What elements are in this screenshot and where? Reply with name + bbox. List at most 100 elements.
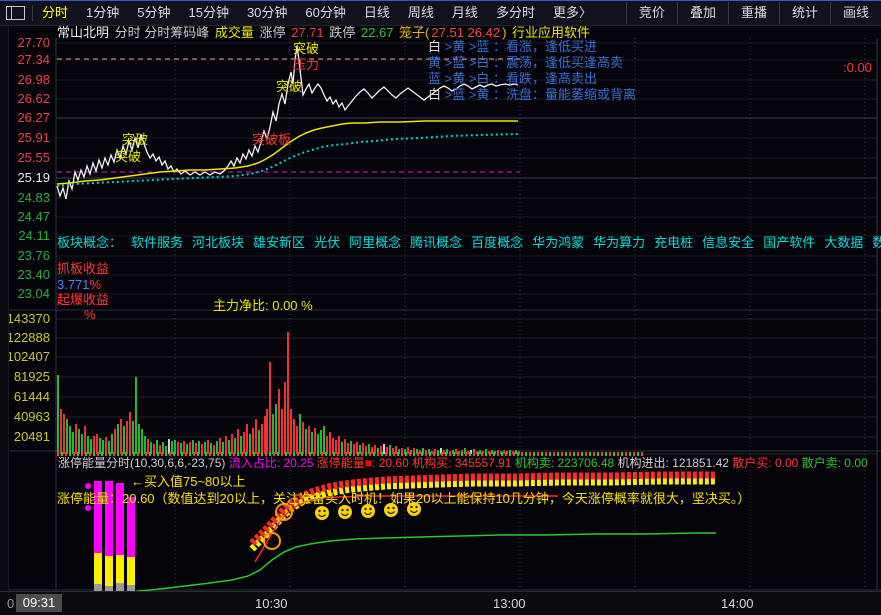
text-segment: 机构进出: 121851.42 <box>618 456 733 470</box>
toolbar-button-3[interactable]: 统计 <box>779 2 830 24</box>
text-segment: 成交量 <box>215 25 258 40</box>
right-ratio-value: :0.00 <box>843 61 872 75</box>
text-segment: 散户卖: 0.00 <box>802 456 868 470</box>
concept-tag[interactable]: 充电桩 <box>654 235 693 250</box>
concept-tag[interactable]: 腾讯概念 <box>410 235 462 250</box>
concept-row-label: 板块概念： <box>57 235 122 250</box>
text-segment: 抓板收益 <box>57 261 109 276</box>
concept-tag[interactable]: 华为鸿蒙 <box>532 235 584 250</box>
chart-annotation: 突破板 <box>252 133 291 147</box>
left-edge-strip <box>0 24 9 615</box>
text-segment: 流入占比: 20.25 <box>229 456 317 470</box>
text-segment: 3.771 <box>57 277 90 292</box>
text-segment: 蓝 >黄 >白 ：看跌，逢高卖出 <box>428 71 597 86</box>
concept-tag[interactable]: 光伏 <box>314 235 340 250</box>
time-axis: 0 09:31 10:30 13:00 14:00 <box>0 591 881 615</box>
strategy-line-3: 蓝 >黄 >白 ：看跌，逢高卖出 <box>428 72 597 86</box>
concept-tag[interactable]: 软件服务 <box>131 235 183 250</box>
text-segment: % <box>84 307 96 322</box>
text-segment: 分时 分时筹码峰 <box>115 25 213 40</box>
chart-annotation: 突破 <box>115 150 141 164</box>
chart-annotation: 突破 <box>122 133 148 147</box>
buy-sell-tick-strip <box>57 452 645 456</box>
time-cursor-box: 09:31 <box>16 594 62 612</box>
strategy-line-2: 黄 >蓝 >白 ：震荡，逢低买逢高卖 <box>428 56 623 70</box>
time-cursor-prefix: 0 <box>7 596 14 611</box>
chart-annotation: 压力 <box>293 58 319 72</box>
concept-tag[interactable]: 河北板块 <box>192 235 244 250</box>
text-segment: 主力净比: 0.00 % <box>213 298 313 313</box>
text-segment[interactable]: 行业应用软件 <box>512 25 590 40</box>
strategy-line-1: 白 >黄 >蓝 ：看涨，逢低买进 <box>428 40 597 54</box>
concept-tag[interactable]: 国产软件 <box>763 235 815 250</box>
time-tick: 13:00 <box>493 596 526 611</box>
buy-hint: ←买入值75~80以上 <box>131 475 246 489</box>
burst-profit-value: % <box>84 308 96 322</box>
toolbar-tab-10[interactable]: 更多〉 <box>544 2 601 24</box>
text-segment: 白 <box>428 87 441 102</box>
chart-annotation: 突破 <box>293 42 319 56</box>
burst-profit-label: 起爆收益 <box>57 293 109 307</box>
text-segment: 涨停能量分时(10,30,6,6,-23,75) <box>58 456 229 470</box>
energy-note: 涨停能量：20.60（数值达到20以上，关注准备买入时机！如果20以上能保持10… <box>57 492 750 506</box>
volume-bars <box>57 332 520 454</box>
concept-row: 板块概念： 软件服务河北板块雄安新区光伏阿里概念腾讯概念百度概念华为鸿蒙华为算力充… <box>57 232 881 251</box>
text-segment: 常山北明 <box>57 25 113 40</box>
text-segment: ■ <box>365 456 372 470</box>
concept-tag[interactable]: 数据中心 <box>872 235 881 250</box>
text-segment: 白 <box>428 39 441 54</box>
text-segment: 笼子( <box>399 25 429 40</box>
grab-profit-value: 3.771% <box>57 278 101 292</box>
toolbar-tab-5[interactable]: 60分钟 <box>296 2 354 24</box>
text-segment: :0.00 <box>843 60 872 75</box>
text-segment: 22.67 <box>361 25 397 40</box>
text-segment: 跌停 <box>329 25 359 40</box>
text-segment: : 20.60 <box>372 456 412 470</box>
toolbar-actions: 竞价叠加重播统计画线 <box>626 1 881 25</box>
time-tick: 14:00 <box>721 596 754 611</box>
split-screen-icon[interactable] <box>6 6 25 20</box>
text-segment: >蓝 >黄 ：洗盘：量能萎缩或背离 <box>441 87 636 102</box>
text-segment: 涨停能量 <box>317 456 365 470</box>
text-segment: 涨停能量：20.60（数值达到20以上，关注准备买入时机！如果20以上能保持10… <box>57 491 750 506</box>
text-segment: ) <box>502 25 510 40</box>
smiley-icon <box>315 506 329 520</box>
concept-tag[interactable]: 大数据 <box>824 235 863 250</box>
concept-tag[interactable]: 雄安新区 <box>253 235 305 250</box>
toolbar-button-4[interactable]: 画线 <box>830 2 881 24</box>
concept-tag[interactable]: 华为算力 <box>593 235 645 250</box>
toolbar-button-2[interactable]: 重播 <box>728 2 779 24</box>
text-segment: 涨停 <box>259 25 289 40</box>
toolbar-tab-0[interactable]: 分时 <box>33 2 77 24</box>
toolbar-tab-6[interactable]: 日线 <box>355 2 399 24</box>
time-tick: 10:30 <box>255 596 288 611</box>
text-segment: 机构买: 345557.91 <box>412 456 515 470</box>
toolbar-tab-3[interactable]: 15分钟 <box>179 2 237 24</box>
grab-profit-label: 抓板收益 <box>57 262 109 276</box>
smiley-icon <box>338 505 352 519</box>
energy-pane-header: 涨停能量分时(10,30,6,6,-23,75) 流入占比: 20.25 涨停能… <box>58 457 868 470</box>
text-segment: 黄 >蓝 >白 ：震荡，逢低买逢高卖 <box>428 55 623 70</box>
main-net-ratio: 主力净比: 0.00 % <box>213 299 313 313</box>
text-segment: 27.71 <box>291 25 327 40</box>
toolbar-tab-1[interactable]: 1分钟 <box>77 2 128 24</box>
toolbar: 分时1分钟5分钟15分钟30分钟60分钟日线周线月线多分时更多〉 竞价叠加重播统… <box>0 0 881 26</box>
strategy-line-4: 白 >蓝 >黄 ：洗盘：量能萎缩或背离 <box>428 88 636 102</box>
toolbar-button-1[interactable]: 叠加 <box>677 2 728 24</box>
concept-tag[interactable]: 信息安全 <box>702 235 754 250</box>
text-segment: 散户买: 0.00 <box>732 456 801 470</box>
title-row: 常山北明 分时 分时筹码峰 成交量 涨停 27.71 跌停 22.67 笼子(2… <box>57 26 881 41</box>
concept-tag[interactable]: 阿里概念 <box>349 235 401 250</box>
toolbar-tab-2[interactable]: 5分钟 <box>128 2 179 24</box>
period-tabs: 分时1分钟5分钟15分钟30分钟60分钟日线周线月线多分时更多〉 <box>33 2 601 24</box>
app-window: 分时1分钟5分钟15分钟30分钟60分钟日线周线月线多分时更多〉 竞价叠加重播统… <box>0 0 881 615</box>
toolbar-button-0[interactable]: 竞价 <box>626 2 677 24</box>
text-segment: 起爆收益 <box>57 292 109 307</box>
toolbar-tab-9[interactable]: 多分时 <box>487 2 544 24</box>
text-segment: >黄 >蓝 ：看涨，逢低买进 <box>441 39 597 54</box>
concept-tag[interactable]: 百度概念 <box>471 235 523 250</box>
toolbar-tab-8[interactable]: 月线 <box>443 2 487 24</box>
toolbar-tab-7[interactable]: 周线 <box>399 2 443 24</box>
text-segment: 27.51 26.42 <box>431 25 500 40</box>
toolbar-tab-4[interactable]: 30分钟 <box>238 2 296 24</box>
